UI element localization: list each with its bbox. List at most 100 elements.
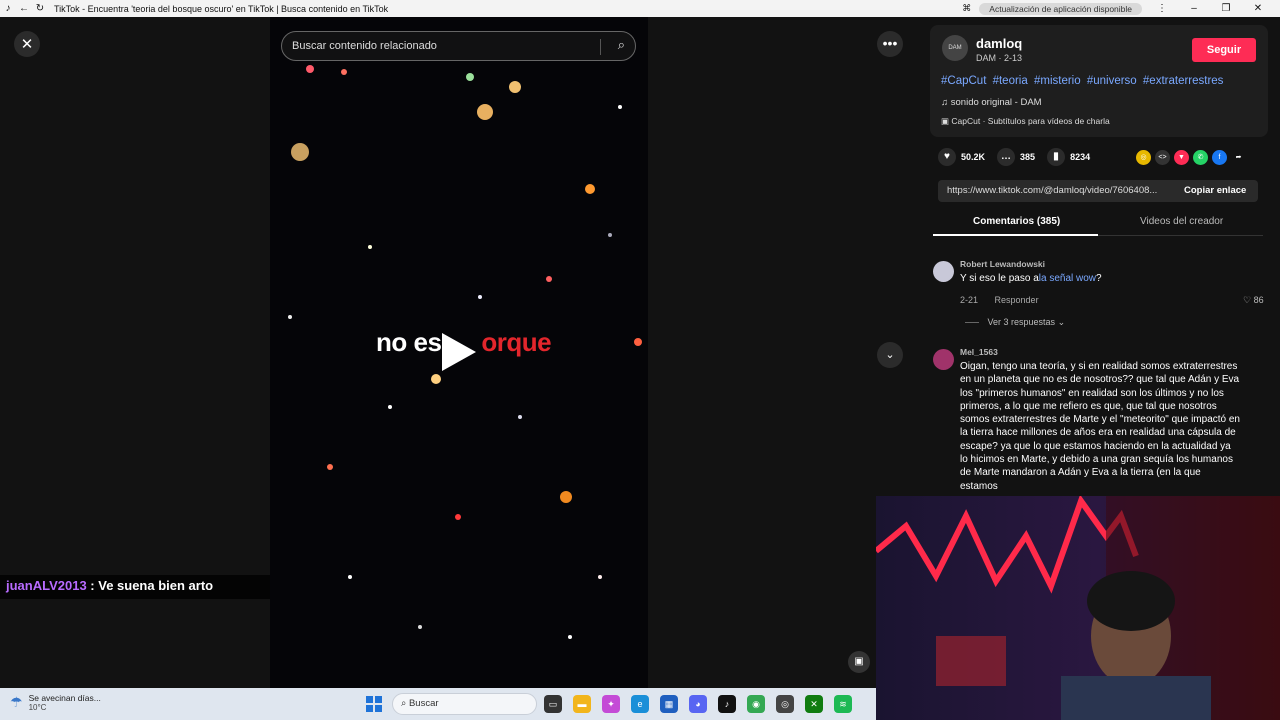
weather-text: Se avecinan días... — [28, 693, 101, 703]
caption-part1: no es — [376, 327, 442, 357]
maximize-button[interactable]: ❐ — [1214, 3, 1238, 14]
minimize-button[interactable]: – — [1182, 3, 1206, 14]
tab-comments[interactable]: Comentarios (385) — [973, 216, 1060, 227]
chrome-icon[interactable]: ◉ — [747, 695, 765, 713]
more-icon[interactable]: ⋮ — [1150, 3, 1174, 14]
taskbar-search[interactable]: ⌕ Buscar — [392, 693, 537, 715]
comment-button[interactable]: … 385 — [997, 148, 1035, 166]
weather-widget[interactable]: ☂ Se avecinan días... 10°C — [10, 693, 101, 712]
engagement-bar: ♥ 50.2K … 385 ▮ 8234 — [938, 148, 1090, 166]
heart-icon: ♥ — [938, 148, 956, 166]
play-icon[interactable] — [442, 333, 476, 371]
capcut-icon: ▣ — [941, 116, 950, 126]
embed-icon[interactable]: <> — [1155, 150, 1170, 165]
view-replies-button[interactable]: Ver 3 respuestas ⌄ — [965, 317, 1066, 328]
sound-link[interactable]: ♫ sonido original - DAM — [941, 97, 1042, 108]
obs-icon[interactable]: ◎ — [776, 695, 794, 713]
send-icon[interactable]: ▼ — [1174, 150, 1189, 165]
comment-item: Robert Lewandowski Y si eso le paso ala … — [933, 259, 1273, 339]
follow-button[interactable]: Seguir — [1192, 38, 1256, 62]
search-divider — [600, 39, 601, 55]
comment-like-button[interactable]: ♡ 86 — [1243, 295, 1264, 306]
comment-link[interactable]: la señal wow — [1039, 273, 1096, 284]
task-view-icon[interactable]: ▭ — [544, 695, 562, 713]
comment-date: 2-21 — [960, 295, 979, 305]
commenter-name[interactable]: Robert Lewandowski — [960, 259, 1045, 269]
reload-icon[interactable]: ↻ — [32, 3, 48, 14]
file-explorer-icon[interactable]: ▬ — [573, 695, 591, 713]
comment-text-end: ? — [1096, 273, 1102, 284]
bookmark-icon: ▮ — [1047, 148, 1066, 166]
weather-temp: 10°C — [28, 703, 47, 712]
commenter-avatar[interactable] — [933, 261, 954, 282]
caption-part2: orque — [481, 327, 552, 357]
taskbar: ☂ Se avecinan días... 10°C ⌕ Buscar ▭ ▬ … — [0, 688, 876, 720]
commenter-avatar[interactable] — [933, 349, 954, 370]
more-options-button[interactable]: ••• — [877, 31, 903, 57]
comment-item: Mel_1563 Oigan, tengo una teoría, y si e… — [933, 347, 1273, 497]
chevron-down-icon: ⌄ — [1057, 317, 1066, 327]
copilot-icon[interactable]: ✦ — [602, 695, 620, 713]
comment-text: Y si eso le paso ala señal wow? — [960, 272, 1240, 285]
pip-icon[interactable]: ▣ — [848, 651, 870, 673]
save-count: 8234 — [1070, 152, 1091, 162]
capcut-link[interactable]: ▣ CapCut · Subtítulos para vídeos de cha… — [941, 116, 1110, 127]
title-bar: ♪ ← ↻ TikTok - Encuentra 'teoria del bos… — [0, 0, 1280, 17]
comment-meta: 2-21 Responder — [960, 295, 1053, 305]
weather-icon: ☂ — [10, 694, 23, 710]
hashtag[interactable]: #universo — [1087, 75, 1137, 87]
comment-icon: … — [997, 148, 1016, 166]
music-note-icon: ♫ — [941, 97, 949, 108]
capcut-text: CapCut · Subtítulos para vídeos de charl… — [951, 116, 1110, 126]
search-icon[interactable]: ⌕ — [618, 37, 625, 53]
hashtag[interactable]: #extraterrestres — [1143, 75, 1224, 87]
hashtag[interactable]: #teoria — [993, 75, 1028, 87]
tab-creator-videos[interactable]: Videos del creador — [1140, 216, 1223, 227]
update-notice[interactable]: Actualización de aplicación disponible — [979, 2, 1142, 15]
store-icon[interactable]: ▦ — [660, 695, 678, 713]
tiktok-icon[interactable]: ♪ — [718, 695, 736, 713]
close-window-button[interactable]: ✕ — [1246, 3, 1270, 14]
spotify-icon[interactable]: ≋ — [834, 695, 852, 713]
video-stage: ✕ Buscar contenido relacionado ⌕ ••• ⌄ n… — [0, 17, 918, 688]
xbox-icon[interactable]: ✕ — [805, 695, 823, 713]
creator-avatar[interactable]: DAM — [942, 35, 968, 61]
start-button[interactable] — [366, 696, 382, 712]
creator-name[interactable]: damloq — [976, 36, 1022, 51]
tiktok-logo-icon: ♪ — [5, 3, 11, 14]
comment-count: 385 — [1020, 152, 1036, 162]
chat-username: juanALV2013 — [6, 578, 87, 593]
back-icon[interactable]: ← — [16, 3, 32, 14]
comment-text: Oigan, tengo una teoría, y si en realida… — [960, 361, 1240, 492]
streamer-webcam-image — [876, 496, 1280, 720]
hashtag-list: #CapCut #teoria #misterio #universo #ext… — [941, 75, 1226, 87]
commenter-name[interactable]: Mel_1563 — [960, 347, 998, 357]
share-options: ◎ <> ▼ ✆ f ➦ — [1136, 150, 1246, 165]
edge-icon[interactable]: e — [631, 695, 649, 713]
reply-button[interactable]: Responder — [995, 295, 1039, 305]
coin-icon[interactable]: ◎ — [1136, 150, 1151, 165]
translate-icon[interactable]: ⌘ — [962, 3, 971, 14]
hashtag[interactable]: #CapCut — [941, 75, 986, 87]
hashtag[interactable]: #misterio — [1034, 75, 1081, 87]
panel-tabs: Comentarios (385) Videos del creador — [933, 213, 1263, 236]
like-button[interactable]: ♥ 50.2K — [938, 148, 985, 166]
like-count: 50.2K — [961, 152, 986, 162]
webcam-overlay — [876, 496, 1280, 720]
search-placeholder: Buscar contenido relacionado — [292, 40, 437, 52]
close-video-button[interactable]: ✕ — [14, 31, 40, 57]
next-video-button[interactable]: ⌄ — [877, 342, 903, 368]
stream-chat-message: juanALV2013 : Ve suena bien arto — [0, 575, 270, 599]
related-search-input[interactable]: Buscar contenido relacionado ⌕ — [281, 31, 636, 61]
comment-text-start: Y si eso le paso a — [960, 273, 1039, 284]
copy-link-button[interactable]: Copiar enlace — [1184, 185, 1246, 196]
facebook-icon[interactable]: f — [1212, 150, 1227, 165]
save-button[interactable]: ▮ 8234 — [1047, 148, 1090, 166]
share-arrow-icon[interactable]: ➦ — [1231, 150, 1246, 165]
heart-outline-icon: ♡ — [1243, 295, 1252, 305]
whatsapp-icon[interactable]: ✆ — [1193, 150, 1208, 165]
active-tab-indicator — [933, 234, 1098, 236]
discord-icon[interactable]: ◕ — [689, 695, 707, 713]
window-title: TikTok - Encuentra 'teoria del bosque os… — [54, 3, 389, 14]
chat-text: : Ve suena bien arto — [86, 578, 214, 593]
